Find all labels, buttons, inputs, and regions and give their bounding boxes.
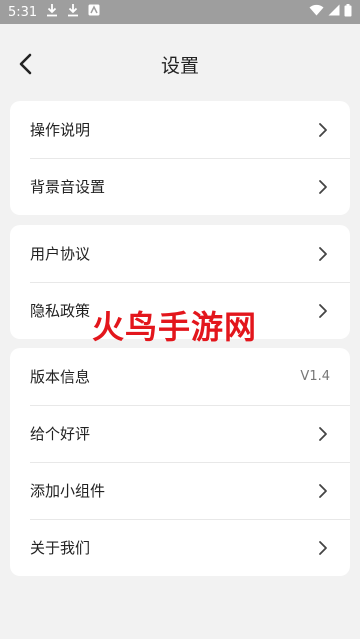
chevron-right-icon — [319, 483, 327, 498]
signal-icon — [328, 4, 340, 20]
app-badge-icon — [88, 4, 100, 20]
chevron-right-icon — [319, 246, 327, 261]
settings-item-user-agreement[interactable]: 用户协议 — [10, 225, 350, 282]
wifi-icon — [309, 4, 324, 20]
page-title: 设置 — [160, 54, 199, 77]
settings-item-label: 隐私政策 — [30, 302, 91, 320]
settings-item-instructions[interactable]: 操作说明 — [10, 101, 350, 158]
settings-item-version[interactable]: 版本信息 V1.4 — [10, 348, 350, 405]
settings-item-background-sound[interactable]: 背景音设置 — [10, 158, 350, 215]
settings-item-label: 操作说明 — [30, 121, 91, 139]
back-arrow-icon[interactable] — [18, 53, 34, 75]
status-time: 5:31 — [8, 4, 38, 20]
settings-item-label: 用户协议 — [30, 245, 91, 263]
download-icon — [46, 3, 58, 21]
back-button[interactable] — [10, 48, 42, 80]
settings-item-add-widget[interactable]: 添加小组件 — [10, 462, 350, 519]
chevron-right-icon — [319, 122, 327, 137]
header: 设置 — [0, 24, 360, 104]
version-value: V1.4 — [300, 369, 330, 384]
chevron-right-icon — [319, 303, 327, 318]
settings-group-1: 操作说明 背景音设置 — [10, 101, 350, 215]
status-left: 5:31 — [8, 3, 100, 21]
settings-item-privacy-policy[interactable]: 隐私政策 — [10, 282, 350, 339]
battery-icon — [344, 3, 352, 21]
settings-group-2: 用户协议 隐私政策 — [10, 225, 350, 339]
status-bar: 5:31 — [0, 0, 360, 24]
settings-item-rate-us[interactable]: 给个好评 — [10, 405, 350, 462]
settings-item-label: 给个好评 — [30, 425, 91, 443]
chevron-right-icon — [319, 540, 327, 555]
settings-item-label: 版本信息 — [30, 368, 91, 386]
settings-item-label: 添加小组件 — [30, 482, 106, 500]
settings-group-3: 版本信息 V1.4 给个好评 添加小组件 关于我们 — [10, 348, 350, 576]
settings-item-label: 关于我们 — [30, 539, 91, 557]
download-icon — [67, 3, 79, 21]
chevron-right-icon — [319, 426, 327, 441]
chevron-right-icon — [319, 179, 327, 194]
settings-item-label: 背景音设置 — [30, 178, 106, 196]
settings-item-about-us[interactable]: 关于我们 — [10, 519, 350, 576]
status-right — [309, 3, 352, 21]
